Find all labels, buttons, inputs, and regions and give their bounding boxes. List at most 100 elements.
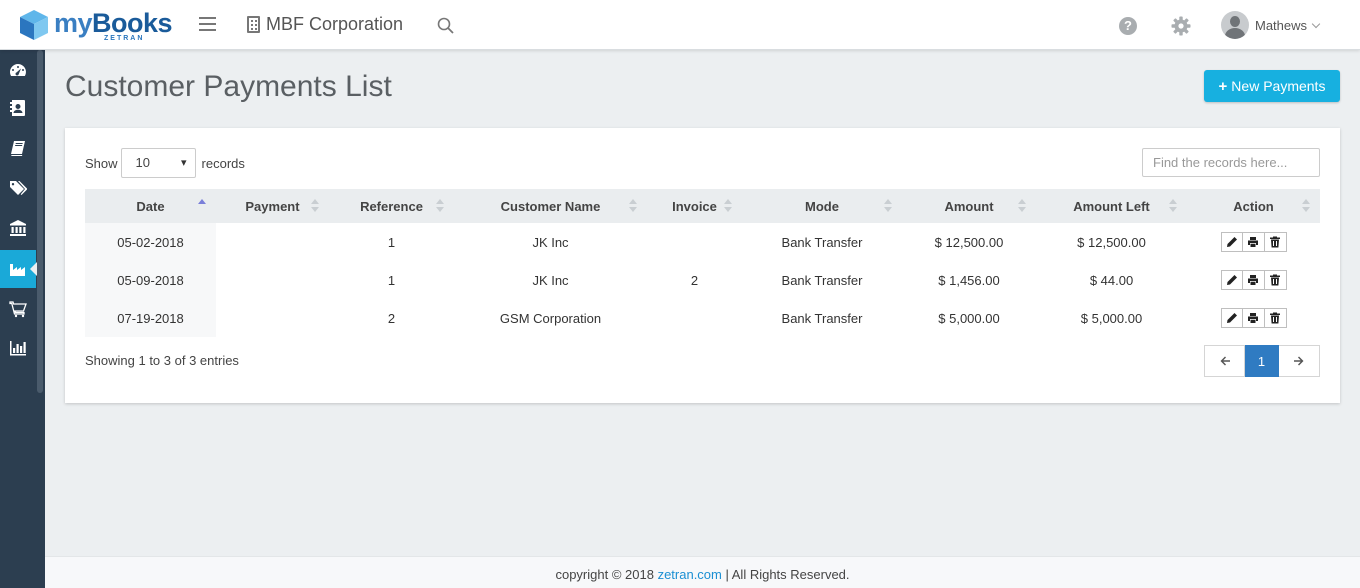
cell-date: 07-19-2018 (85, 299, 216, 337)
logo[interactable]: myBooks ZETRAN (18, 8, 173, 42)
print-icon (1248, 313, 1258, 323)
edit-button[interactable] (1220, 232, 1243, 252)
cell-mode: Bank Transfer (781, 272, 863, 288)
cell-mode: Bank Transfer (781, 310, 863, 326)
delete-button[interactable] (1264, 308, 1287, 328)
page-size-select[interactable]: 10 (120, 148, 196, 178)
sort-icon (629, 199, 637, 213)
table-header-row: Date Payment Reference Customer Name Inv… (85, 189, 1320, 223)
logo-cube-icon (20, 10, 48, 40)
book-icon (11, 141, 25, 156)
print-button[interactable] (1242, 232, 1265, 252)
cell-invoice (647, 299, 742, 337)
bank-icon (10, 220, 26, 236)
help-icon[interactable]: ? (1119, 17, 1137, 35)
tags-icon (10, 181, 27, 195)
pencil-icon (1226, 275, 1237, 285)
sort-ascending-icon (198, 199, 206, 213)
cell-payment (216, 223, 329, 261)
cell-amount: $ 1,456.00 (938, 272, 1000, 288)
payments-card: Show 10 records Date Payment Reference C… (65, 128, 1340, 403)
print-icon (1248, 275, 1258, 285)
cell-customer: JK Inc (532, 272, 569, 288)
trash-icon (1270, 312, 1280, 324)
col-date[interactable]: Date (85, 189, 216, 223)
sidebar-item-tags[interactable] (0, 169, 36, 207)
cell-reference: 1 (387, 272, 396, 288)
sidebar-item-cart[interactable] (0, 290, 36, 328)
page-button-current[interactable]: 1 (1245, 345, 1279, 377)
col-customer-name[interactable]: Customer Name (454, 189, 647, 223)
top-bar: myBooks ZETRAN MBF Corporation ? Mathews (0, 0, 1360, 50)
table-row[interactable]: 07-19-2018 2 GSM Corporation Bank Transf… (85, 299, 1320, 337)
search-icon[interactable] (437, 17, 454, 34)
print-button[interactable] (1242, 270, 1265, 290)
cell-action (1187, 299, 1320, 337)
footer-copyright: copyright © 2018 (555, 567, 658, 582)
sidebar-item-contacts[interactable] (0, 89, 36, 127)
pagination: 1 (1204, 345, 1320, 377)
menu-toggle-icon[interactable] (199, 17, 216, 31)
search-input[interactable] (1142, 148, 1320, 177)
user-menu[interactable]: Mathews (1221, 11, 1321, 39)
cell-amount-left: $ 12,500.00 (1077, 234, 1146, 250)
edit-button[interactable] (1220, 270, 1243, 290)
sidebar-item-dashboard[interactable] (0, 51, 36, 89)
cell-invoice (647, 223, 742, 261)
col-mode[interactable]: Mode (742, 189, 902, 223)
sort-icon (884, 199, 892, 213)
sidebar-item-reports[interactable] (0, 329, 36, 367)
sort-icon (1018, 199, 1026, 213)
arrow-left-icon (1220, 356, 1230, 366)
cell-invoice: 2 (690, 272, 699, 288)
row-actions (1220, 308, 1287, 328)
footer: copyright © 2018 zetran.com | All Rights… (45, 556, 1360, 588)
sidebar-scrollbar[interactable] (37, 50, 43, 393)
col-payment[interactable]: Payment (216, 189, 329, 223)
sidebar-item-books[interactable] (0, 129, 36, 167)
col-amount-left[interactable]: Amount Left (1036, 189, 1187, 223)
cell-date: 05-09-2018 (85, 261, 216, 299)
sort-icon (1169, 199, 1177, 213)
footer-rights: | All Rights Reserved. (721, 567, 850, 582)
previous-page-button[interactable] (1204, 345, 1245, 377)
company-selector[interactable]: MBF Corporation (247, 14, 403, 35)
col-amount[interactable]: Amount (902, 189, 1036, 223)
payments-table: Date Payment Reference Customer Name Inv… (85, 189, 1320, 337)
chevron-down-icon (1311, 19, 1321, 28)
row-actions (1220, 270, 1287, 290)
sidebar-item-bank[interactable] (0, 209, 36, 247)
col-invoice[interactable]: Invoice (647, 189, 742, 223)
cell-amount-left: $ 5,000.00 (1080, 310, 1143, 326)
sort-icon (436, 199, 444, 213)
trash-icon (1270, 274, 1280, 286)
pencil-icon (1226, 313, 1237, 323)
sidebar-item-factory[interactable] (0, 250, 37, 288)
sort-icon (724, 199, 732, 213)
col-action[interactable]: Action (1187, 189, 1320, 223)
contacts-icon (10, 100, 25, 116)
table-row[interactable]: 05-09-2018 1 JK Inc 2 Bank Transfer $ 1,… (85, 261, 1320, 299)
cell-amount-left: $ 44.00 (1089, 272, 1134, 288)
new-payments-button[interactable]: + New Payments (1204, 70, 1340, 102)
edit-button[interactable] (1220, 308, 1243, 328)
print-icon (1248, 237, 1258, 247)
row-actions (1220, 232, 1287, 252)
cell-reference: 1 (387, 234, 396, 250)
page-size-control: Show 10 records (85, 148, 245, 178)
cell-action (1187, 223, 1320, 261)
footer-link[interactable]: zetran.com (658, 567, 722, 582)
delete-button[interactable] (1264, 232, 1287, 252)
cell-amount: $ 5,000.00 (938, 310, 1000, 326)
sidebar (0, 50, 45, 588)
cell-customer: JK Inc (532, 234, 569, 250)
page-title: Customer Payments List (65, 70, 392, 103)
table-row[interactable]: 05-02-2018 1 JK Inc Bank Transfer $ 12,5… (85, 223, 1320, 261)
next-page-button[interactable] (1279, 345, 1320, 377)
cell-customer: GSM Corporation (499, 310, 602, 326)
col-reference[interactable]: Reference (329, 189, 454, 223)
trash-icon (1270, 236, 1280, 248)
gear-icon[interactable] (1171, 16, 1191, 36)
delete-button[interactable] (1264, 270, 1287, 290)
print-button[interactable] (1242, 308, 1265, 328)
